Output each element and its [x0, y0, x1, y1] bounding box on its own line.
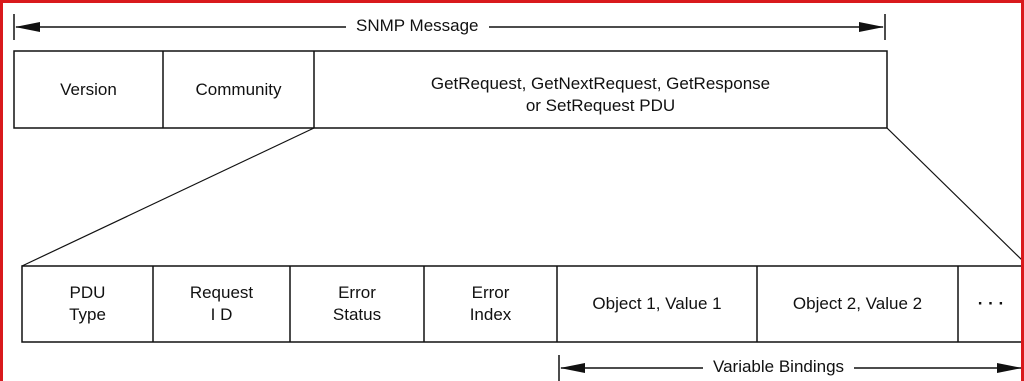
pdu-field-error-status: Error Status: [332, 283, 382, 324]
pdu-field-object-2-value-2: Object 2, Value 2: [792, 294, 923, 313]
pdu-field-pdu-type: PDU Type: [69, 283, 106, 324]
pdu-field-ellipsis: · · ·: [977, 294, 1005, 313]
bindings-arrowhead-left: [560, 363, 585, 373]
pdu-field-request-id: Request I D: [189, 283, 254, 324]
snmp-message-diagram: SNMP Message Variable Bindings Version C…: [0, 0, 1024, 381]
variable-bindings-label: Variable Bindings: [703, 357, 855, 377]
snmp-message-title: SNMP Message: [346, 16, 489, 36]
snmp-message-arrowhead-left: [15, 22, 40, 32]
snmp-message-arrowhead-right: [859, 22, 884, 32]
bindings-arrowhead-right: [997, 363, 1022, 373]
expansion-line-right: [886, 127, 1024, 263]
message-field-version: Version: [60, 79, 117, 99]
message-field-community: Community: [195, 79, 282, 99]
message-field-pdu: GetRequest, GetNextRequest, GetResponse …: [430, 74, 771, 115]
expansion-line-left: [21, 127, 315, 267]
pdu-field-object-1-value-1: Object 1, Value 1: [592, 294, 722, 313]
pdu-field-error-index: Error Index: [469, 283, 512, 324]
